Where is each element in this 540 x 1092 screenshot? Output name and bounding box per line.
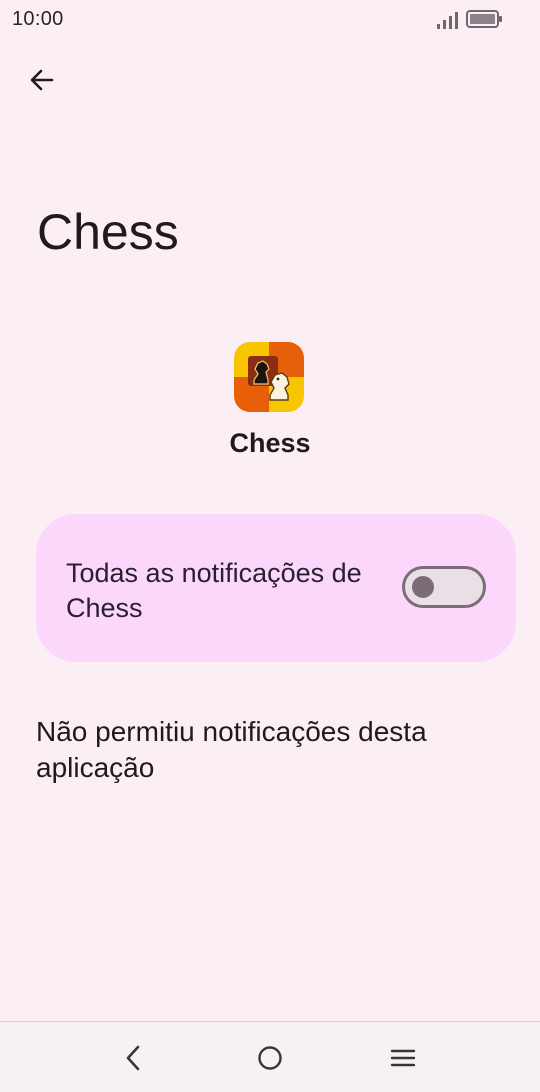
all-notifications-label: Todas as notificações de Chess bbox=[66, 558, 362, 623]
nav-back-button[interactable] bbox=[113, 1038, 153, 1078]
nav-menu-icon bbox=[390, 1049, 416, 1067]
status-bar: 10:00 bbox=[0, 0, 540, 38]
all-notifications-card[interactable]: Todas as notificações de Chess bbox=[36, 514, 516, 662]
chess-app-icon[interactable] bbox=[234, 342, 304, 412]
app-name: Chess bbox=[229, 428, 311, 458]
toggle-thumb bbox=[412, 576, 434, 598]
battery-icon bbox=[466, 9, 504, 29]
arrow-back-icon bbox=[30, 69, 54, 91]
back-button[interactable] bbox=[18, 56, 66, 104]
nav-menu-button[interactable] bbox=[383, 1038, 423, 1078]
notifications-blocked-info: Não permitiu notificações desta aplicaçã… bbox=[36, 716, 427, 783]
page-title: Chess bbox=[37, 204, 179, 260]
status-time: 10:00 bbox=[12, 8, 64, 30]
notifications-toggle[interactable] bbox=[402, 566, 486, 608]
navigation-bar bbox=[0, 1021, 540, 1092]
notification-settings-screen: 10:00 Chess Chess Todas as notificações … bbox=[0, 0, 540, 1092]
signal-icon bbox=[436, 10, 460, 30]
nav-back-icon bbox=[126, 1045, 140, 1071]
nav-home-button[interactable] bbox=[250, 1038, 290, 1078]
nav-home-icon bbox=[258, 1046, 282, 1070]
